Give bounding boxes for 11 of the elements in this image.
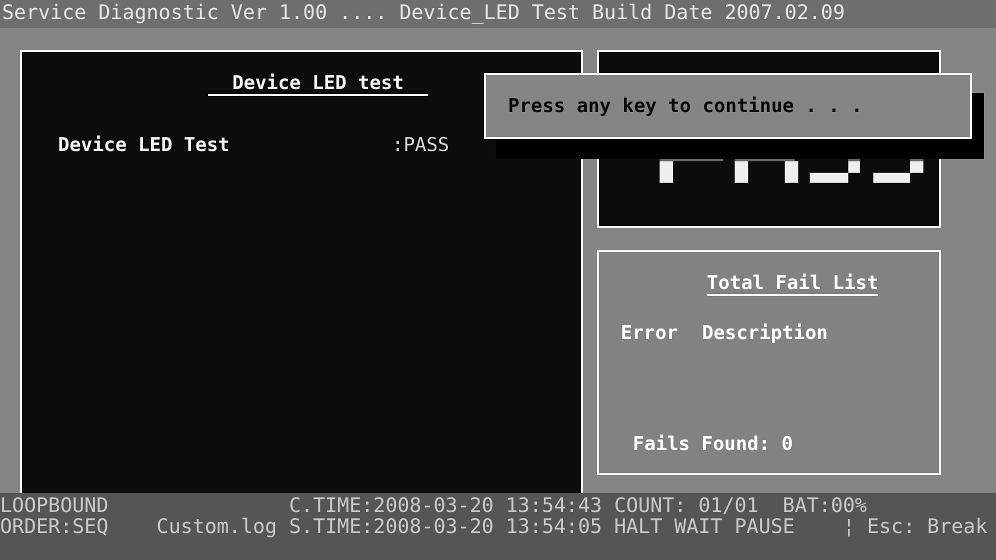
window-title: Service Diagnostic Ver 1.00 .... Device_LED Test Build Date 2007.02.09 [0, 0, 996, 28]
column-header: Error [620, 322, 678, 344]
status-line: LOOPBOUND C.TIME:2008-03-20 13:54:43 COUNT: 01/01 BAT:00% [0, 495, 868, 516]
fail-list-title: Total Fail List [706, 272, 878, 296]
panel-title: Device LED test [208, 72, 428, 96]
status-line: ORDER:SEQ Custom.log S.TIME:2008-03-20 13:54:05 HALT WAIT PAUSE ¦ Esc: Break [0, 516, 988, 537]
fails-found: Fails Found: 0 [632, 433, 794, 455]
test-result: :PASS [392, 134, 450, 156]
test-name: Device LED Test [58, 134, 231, 156]
column-header: Description [702, 322, 828, 344]
dialog-message: Press any key to continue . . . [508, 95, 863, 117]
